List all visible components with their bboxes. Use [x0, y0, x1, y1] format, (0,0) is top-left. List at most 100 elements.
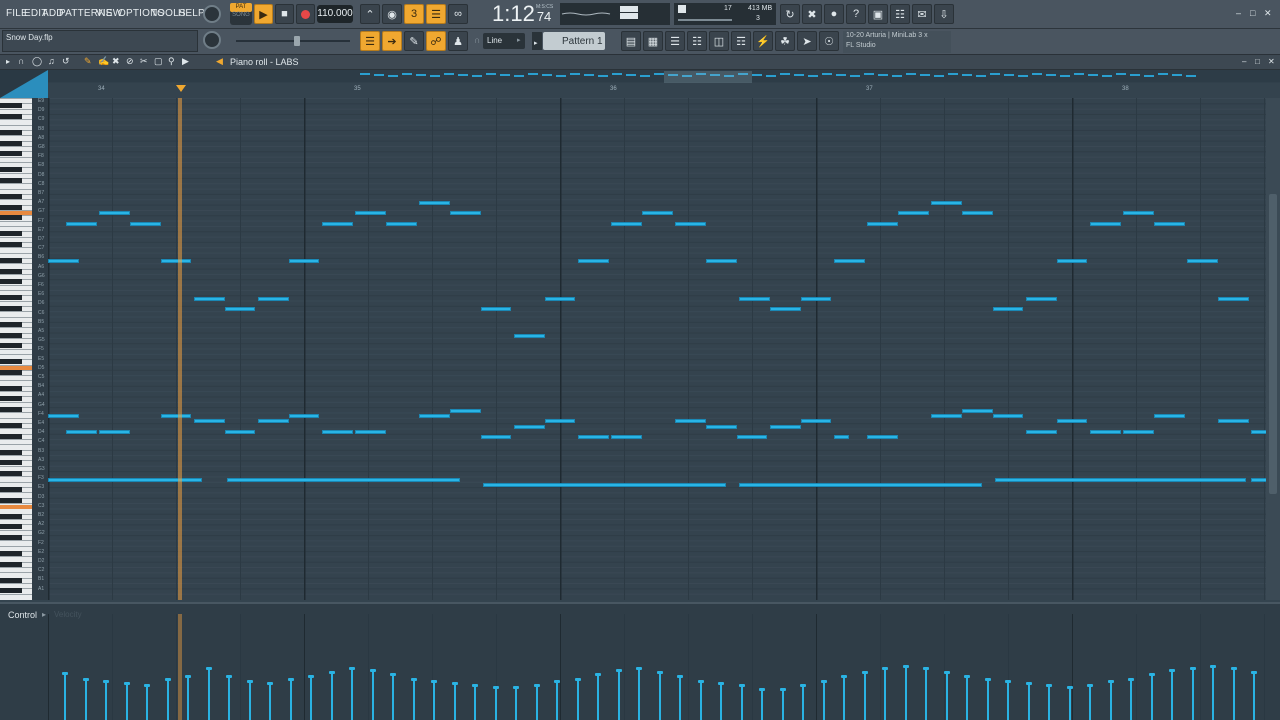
note[interactable]: [577, 259, 609, 264]
arrow-icon[interactable]: ➔: [382, 31, 402, 51]
white-key[interactable]: [0, 263, 32, 265]
white-key[interactable]: [0, 337, 32, 339]
black-key[interactable]: [0, 167, 22, 173]
paint-tool-icon[interactable]: ✍: [98, 56, 109, 67]
save-icon[interactable]: ▣: [868, 4, 888, 24]
playhead[interactable]: [178, 98, 182, 600]
note[interactable]: [224, 307, 256, 312]
note[interactable]: [544, 419, 576, 424]
note[interactable]: [480, 435, 512, 440]
white-key[interactable]: [0, 476, 32, 478]
note[interactable]: [419, 200, 450, 205]
black-key[interactable]: [0, 359, 22, 365]
highlighted-key[interactable]: [0, 211, 32, 215]
velocity-handle[interactable]: [1148, 673, 1155, 677]
blend-recording-button[interactable]: ∞: [448, 4, 468, 24]
velocity-handle[interactable]: [1066, 686, 1073, 690]
master-slider-handle[interactable]: [294, 36, 300, 46]
note[interactable]: [193, 419, 225, 424]
velocity-handle[interactable]: [574, 677, 581, 681]
note[interactable]: [227, 477, 461, 482]
velocity-handle[interactable]: [1025, 681, 1032, 685]
note[interactable]: [611, 222, 642, 227]
velocity-handle[interactable]: [718, 681, 724, 685]
plugin-target-icon[interactable]: ◀: [216, 56, 223, 67]
white-key[interactable]: [0, 428, 32, 430]
black-key[interactable]: [0, 268, 22, 274]
pointer-icon[interactable]: ➤: [797, 31, 817, 51]
white-key[interactable]: [0, 236, 32, 238]
download-icon[interactable]: ⇩: [934, 4, 954, 24]
velocity-bar[interactable]: [494, 686, 497, 720]
velocity-handle[interactable]: [349, 667, 355, 670]
black-key[interactable]: [0, 385, 22, 391]
velocity-handle[interactable]: [759, 688, 765, 692]
loop-tool-icon[interactable]: ↺: [62, 56, 70, 67]
black-key[interactable]: [0, 103, 22, 109]
stop-button[interactable]: ■: [275, 4, 294, 24]
maximize-button[interactable]: □: [1250, 8, 1255, 18]
velocity-bar[interactable]: [597, 673, 599, 720]
metronome-button[interactable]: ⌃: [360, 4, 380, 24]
note[interactable]: [449, 408, 481, 413]
velocity-handle[interactable]: [800, 683, 806, 687]
black-key[interactable]: [0, 151, 22, 157]
velocity-bar[interactable]: [1191, 667, 1194, 720]
note[interactable]: [769, 307, 801, 312]
note[interactable]: [867, 435, 898, 440]
minimize-button[interactable]: –: [1236, 8, 1241, 18]
note-grid[interactable]: [48, 98, 1266, 600]
black-key[interactable]: [0, 305, 22, 311]
piano-roll-icon[interactable]: ▦: [643, 31, 663, 51]
note[interactable]: [705, 424, 737, 429]
microphone-icon[interactable]: ●: [824, 4, 844, 24]
note[interactable]: [800, 296, 832, 301]
control-lane[interactable]: Control ▸ Velocity: [0, 602, 1280, 720]
black-key[interactable]: [0, 407, 22, 413]
browser-icon[interactable]: ☶: [731, 31, 751, 51]
note[interactable]: [833, 435, 850, 440]
playhead-marker-icon[interactable]: [176, 85, 186, 92]
velocity-handle[interactable]: [1087, 683, 1093, 687]
velocity-bar[interactable]: [453, 681, 456, 720]
velocity-bar[interactable]: [945, 671, 948, 720]
menu-help[interactable]: HELP: [178, 8, 205, 19]
white-key[interactable]: [0, 353, 32, 355]
note[interactable]: [99, 429, 130, 434]
note[interactable]: [193, 296, 225, 301]
velocity-bar[interactable]: [617, 669, 620, 720]
velocity-handle[interactable]: [492, 686, 499, 690]
white-key[interactable]: [0, 375, 32, 377]
velocity-bar[interactable]: [351, 667, 353, 720]
note[interactable]: [48, 259, 79, 264]
velocity-handle[interactable]: [554, 679, 560, 683]
black-key[interactable]: [0, 588, 22, 594]
black-key[interactable]: [0, 497, 22, 503]
white-key[interactable]: [0, 529, 32, 531]
velocity-handle[interactable]: [1169, 669, 1175, 673]
timeline[interactable]: 34 35 36 37 38: [0, 70, 1280, 98]
velocity-bar[interactable]: [699, 679, 702, 720]
velocity-handle[interactable]: [820, 679, 827, 683]
note[interactable]: [1025, 429, 1057, 434]
velocity-handle[interactable]: [328, 671, 335, 675]
white-key[interactable]: [0, 119, 32, 121]
note[interactable]: [739, 483, 983, 488]
delete-tool-icon[interactable]: ✖: [112, 56, 120, 67]
overview-viewport[interactable]: [664, 71, 752, 83]
velocity-handle[interactable]: [164, 677, 171, 681]
note[interactable]: [513, 424, 545, 429]
white-key[interactable]: [0, 284, 32, 286]
black-key[interactable]: [0, 551, 22, 557]
velocity-handle[interactable]: [287, 677, 294, 681]
black-key[interactable]: [0, 449, 22, 455]
velocity-bar[interactable]: [638, 667, 640, 720]
black-key[interactable]: [0, 487, 22, 493]
highlighted-key[interactable]: [0, 505, 32, 509]
note[interactable]: [995, 477, 1247, 482]
white-key[interactable]: [0, 327, 32, 329]
white-key[interactable]: [0, 247, 32, 249]
panel-maximize-button[interactable]: □: [1255, 57, 1260, 66]
velocity-handle[interactable]: [410, 677, 417, 681]
note[interactable]: [1025, 296, 1057, 301]
